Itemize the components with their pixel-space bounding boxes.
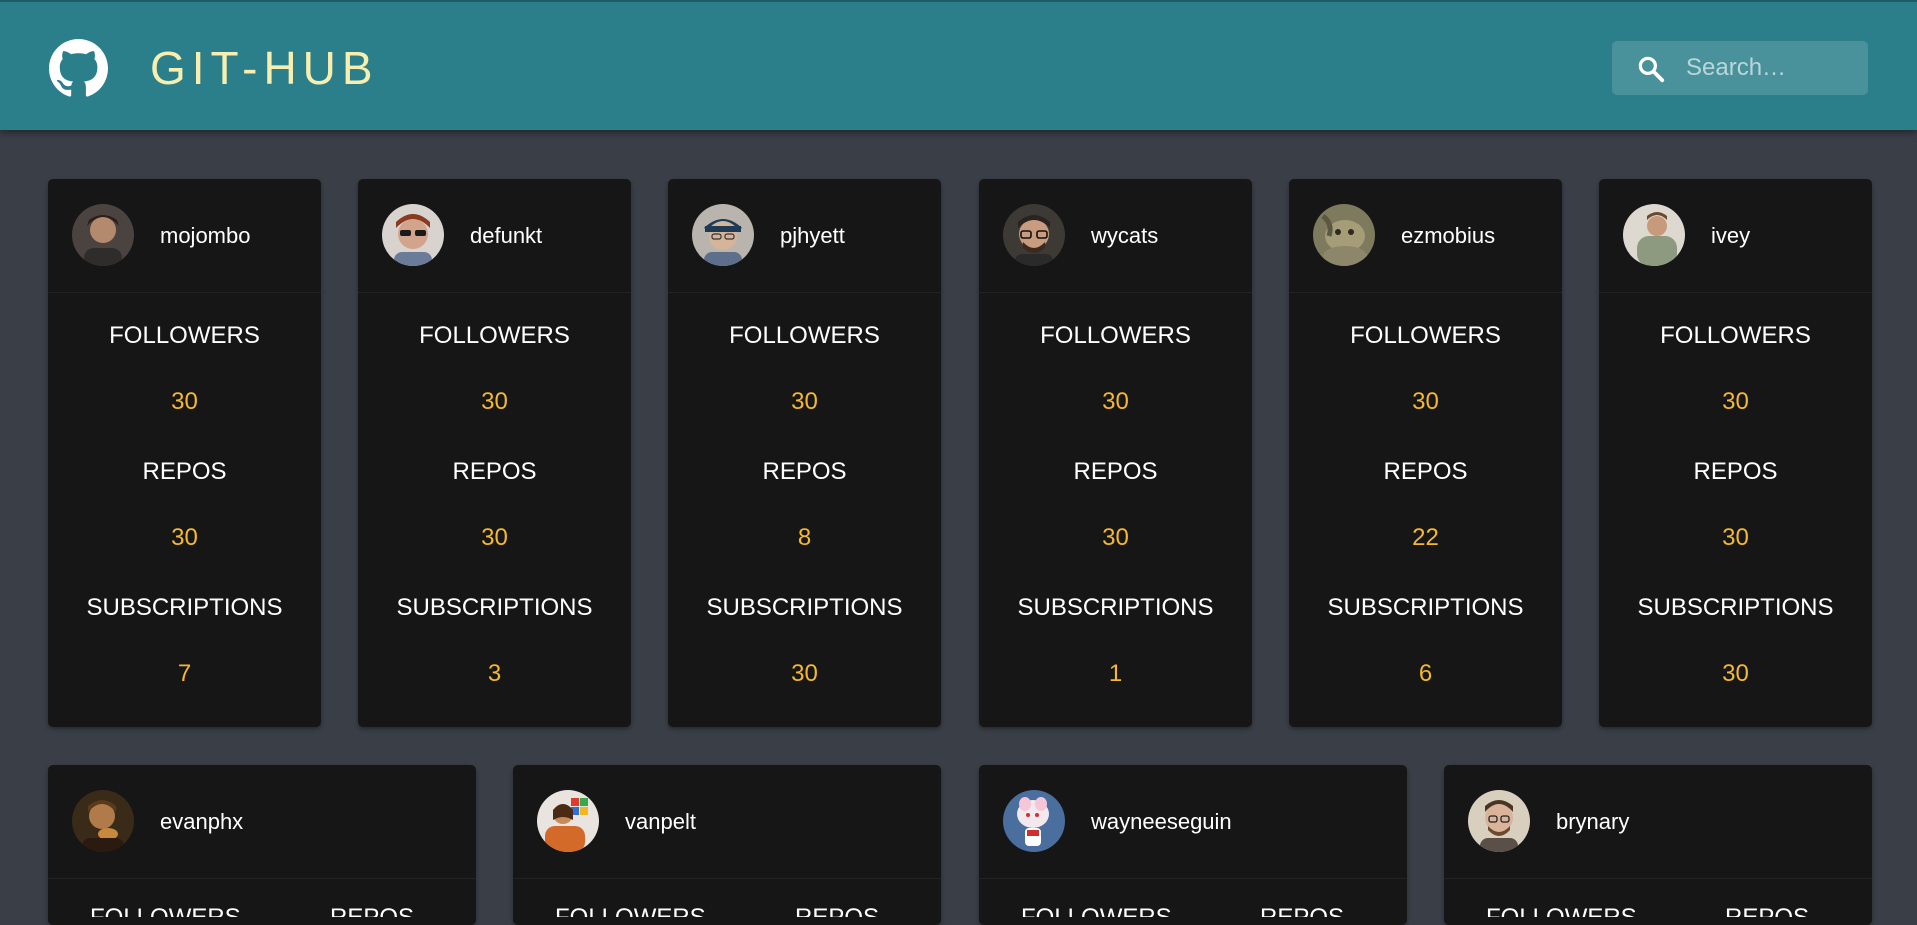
avatar[interactable] xyxy=(1468,790,1530,852)
subscriptions-label: SUBSCRIPTIONS xyxy=(706,594,903,621)
repos-count: 30 xyxy=(1102,524,1129,551)
username[interactable]: ezmobius xyxy=(1401,222,1495,250)
followers-label: FOLLOWERS xyxy=(90,903,241,917)
repos-label: REPOS xyxy=(330,903,414,917)
repos-count: 22 xyxy=(1412,524,1439,551)
repos-label: REPOS xyxy=(1693,458,1778,485)
followers-label: FOLLOWERS xyxy=(729,322,880,349)
avatar[interactable] xyxy=(72,204,134,266)
followers-count: 30 xyxy=(171,388,198,415)
followers-count: 30 xyxy=(1102,388,1129,415)
repos-label: REPOS xyxy=(142,458,227,485)
card-header: wayneeseguin xyxy=(979,765,1407,879)
user-card[interactable]: wycats FOLLOWERS 30 REPOS 30 SUBSCRIPTIO… xyxy=(979,179,1252,727)
card-header: mojombo xyxy=(48,179,321,293)
repos-label: REPOS xyxy=(1725,903,1809,917)
repos-count: 30 xyxy=(1722,524,1749,551)
repos-label: REPOS xyxy=(762,458,847,485)
github-octocat-icon[interactable] xyxy=(49,39,108,98)
followers-count: 30 xyxy=(1412,388,1439,415)
avatar[interactable] xyxy=(1003,790,1065,852)
user-card[interactable]: brynary xyxy=(1444,765,1872,925)
avatar[interactable] xyxy=(692,204,754,266)
user-card[interactable]: ezmobius FOLLOWERS 30 REPOS 22 SUBSCRIPT… xyxy=(1289,179,1562,727)
repos-label: REPOS xyxy=(1383,458,1468,485)
username[interactable]: brynary xyxy=(1556,808,1629,836)
avatar[interactable] xyxy=(382,204,444,266)
search-box[interactable] xyxy=(1612,41,1868,95)
card-header: ivey xyxy=(1599,179,1872,293)
subscriptions-count: 1 xyxy=(1108,660,1123,687)
username[interactable]: pjhyett xyxy=(780,222,845,250)
subscriptions-label: SUBSCRIPTIONS xyxy=(1327,594,1524,621)
search-icon xyxy=(1638,56,1665,83)
card-header: wycats xyxy=(979,179,1252,293)
avatar[interactable] xyxy=(1313,204,1375,266)
card-header: vanpelt xyxy=(513,765,941,879)
app-title[interactable]: GIT-HUB xyxy=(150,42,379,94)
app-bar: GIT-HUB xyxy=(0,0,1917,130)
subscriptions-label: SUBSCRIPTIONS xyxy=(396,594,593,621)
username[interactable]: evanphx xyxy=(160,808,243,836)
avatar[interactable] xyxy=(72,790,134,852)
user-card[interactable]: wayneeseguin xyxy=(979,765,1407,925)
avatar[interactable] xyxy=(1003,204,1065,266)
followers-label: FOLLOWERS xyxy=(1660,322,1811,349)
subscriptions-label: SUBSCRIPTIONS xyxy=(1637,594,1834,621)
followers-label: FOLLOWERS xyxy=(1021,903,1172,917)
repos-label: REPOS xyxy=(795,903,879,917)
username[interactable]: wayneeseguin xyxy=(1091,808,1232,836)
followers-count: 30 xyxy=(1722,388,1749,415)
username[interactable]: defunkt xyxy=(470,222,542,250)
followers-label: FOLLOWERS xyxy=(1486,903,1637,917)
search-input[interactable] xyxy=(1686,41,1862,95)
subscriptions-count: 7 xyxy=(177,660,192,687)
card-header: ezmobius xyxy=(1289,179,1562,293)
repos-label: REPOS xyxy=(1073,458,1158,485)
subscriptions-count: 6 xyxy=(1418,660,1433,687)
repos-count: 30 xyxy=(171,524,198,551)
username[interactable]: wycats xyxy=(1091,222,1158,250)
user-card[interactable]: ivey FOLLOWERS 30 REPOS 30 SUBSCRIPTIONS… xyxy=(1599,179,1872,727)
user-card[interactable]: vanpelt xyxy=(513,765,941,925)
username[interactable]: ivey xyxy=(1711,222,1750,250)
followers-label: FOLLOWERS xyxy=(1350,322,1501,349)
followers-count: 30 xyxy=(791,388,818,415)
subscriptions-count: 3 xyxy=(487,660,502,687)
username[interactable]: mojombo xyxy=(160,222,250,250)
repos-label: REPOS xyxy=(452,458,537,485)
subscriptions-label: SUBSCRIPTIONS xyxy=(86,594,283,621)
card-header: defunkt xyxy=(358,179,631,293)
followers-label: FOLLOWERS xyxy=(419,322,570,349)
repos-label: REPOS xyxy=(1260,903,1344,917)
subscriptions-count: 30 xyxy=(1722,660,1749,687)
followers-count: 30 xyxy=(481,388,508,415)
avatar[interactable] xyxy=(1623,204,1685,266)
followers-label: FOLLOWERS xyxy=(555,903,706,917)
followers-label: FOLLOWERS xyxy=(1040,322,1191,349)
user-card[interactable]: mojombo FOLLOWERS 30 REPOS 30 SUBSCRIPTI… xyxy=(48,179,321,727)
subscriptions-label: SUBSCRIPTIONS xyxy=(1017,594,1214,621)
subscriptions-count: 30 xyxy=(791,660,818,687)
card-header: evanphx xyxy=(48,765,476,879)
repos-count: 30 xyxy=(481,524,508,551)
avatar[interactable] xyxy=(537,790,599,852)
user-card[interactable]: evanphx xyxy=(48,765,476,925)
card-header: pjhyett xyxy=(668,179,941,293)
user-card[interactable]: defunkt FOLLOWERS 30 REPOS 30 SUBSCRIPTI… xyxy=(358,179,631,727)
followers-label: FOLLOWERS xyxy=(109,322,260,349)
repos-count: 8 xyxy=(797,524,812,551)
username[interactable]: vanpelt xyxy=(625,808,696,836)
card-header: brynary xyxy=(1444,765,1872,879)
user-card[interactable]: pjhyett FOLLOWERS 30 REPOS 8 SUBSCRIPTIO… xyxy=(668,179,941,727)
